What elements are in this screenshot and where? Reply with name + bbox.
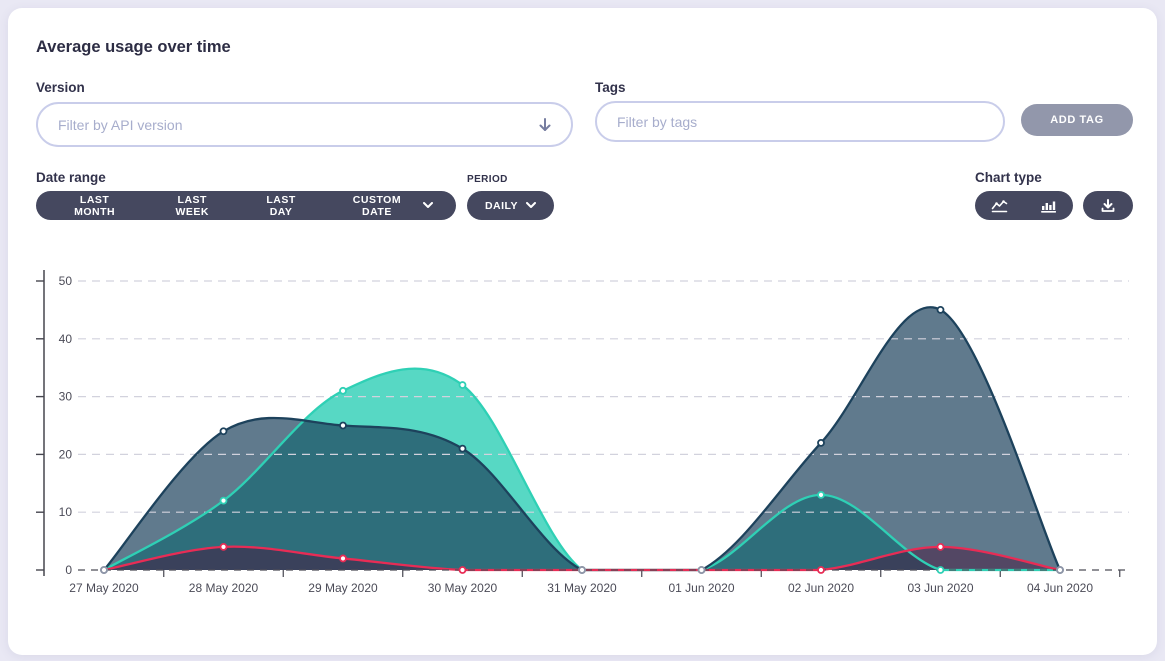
data-point-marker bbox=[460, 382, 466, 388]
chevron-down-icon bbox=[423, 202, 433, 209]
add-tag-button[interactable]: ADD TAG bbox=[1021, 104, 1133, 136]
custom-date-label: CUSTOM DATE bbox=[338, 194, 416, 218]
y-axis-label: 20 bbox=[59, 447, 73, 461]
period-label: PERIOD bbox=[467, 174, 508, 185]
arrow-down-icon[interactable] bbox=[537, 117, 553, 133]
x-axis-label: 03 Jun 2020 bbox=[907, 581, 973, 595]
data-point-marker bbox=[938, 567, 944, 573]
custom-date-button[interactable]: CUSTOM DATE bbox=[323, 191, 448, 220]
tags-filter-input[interactable] bbox=[615, 113, 985, 131]
data-point-marker bbox=[579, 567, 585, 573]
date-range-group: LAST MONTH LAST WEEK LAST DAY CUSTOM DAT… bbox=[36, 191, 456, 220]
data-point-marker bbox=[938, 307, 944, 313]
x-axis-label: 30 May 2020 bbox=[428, 581, 498, 595]
x-axis-label: 28 May 2020 bbox=[189, 581, 259, 595]
last-day-button[interactable]: LAST DAY bbox=[239, 191, 323, 220]
chevron-down-icon bbox=[526, 202, 536, 209]
download-chart-button[interactable] bbox=[1083, 191, 1133, 220]
y-axis-label: 50 bbox=[59, 274, 73, 288]
data-point-marker bbox=[221, 544, 227, 550]
last-month-label: LAST MONTH bbox=[59, 194, 130, 218]
data-point-marker bbox=[938, 544, 944, 550]
bar-chart-type-button[interactable] bbox=[1024, 191, 1073, 220]
chart-type-label: Chart type bbox=[975, 170, 1042, 185]
last-month-button[interactable]: LAST MONTH bbox=[44, 191, 145, 220]
x-axis-label: 29 May 2020 bbox=[308, 581, 378, 595]
data-point-marker bbox=[818, 440, 824, 446]
y-axis-label: 40 bbox=[59, 332, 73, 346]
x-axis-label: 27 May 2020 bbox=[69, 581, 139, 595]
data-point-marker bbox=[818, 567, 824, 573]
data-point-marker bbox=[699, 567, 705, 573]
data-point-marker bbox=[818, 492, 824, 498]
data-point-marker bbox=[460, 446, 466, 452]
period-select[interactable]: DAILY bbox=[467, 191, 554, 220]
last-week-button[interactable]: LAST WEEK bbox=[145, 191, 239, 220]
data-point-marker bbox=[1057, 567, 1063, 573]
data-point-marker bbox=[101, 567, 107, 573]
version-label: Version bbox=[36, 80, 85, 95]
version-filter-input[interactable] bbox=[56, 116, 537, 134]
x-axis-label: 02 Jun 2020 bbox=[788, 581, 854, 595]
chart-type-group bbox=[975, 191, 1073, 220]
line-chart-icon bbox=[991, 199, 1008, 213]
last-day-label: LAST DAY bbox=[254, 194, 308, 218]
date-range-label: Date range bbox=[36, 170, 106, 185]
period-value: DAILY bbox=[485, 200, 518, 212]
series-dark-area bbox=[104, 307, 1060, 570]
y-axis-label: 0 bbox=[65, 563, 72, 577]
x-axis-label: 31 May 2020 bbox=[547, 581, 617, 595]
download-icon bbox=[1101, 199, 1115, 213]
data-point-marker bbox=[340, 423, 346, 429]
line-chart-type-button[interactable] bbox=[975, 191, 1024, 220]
usage-area-chart[interactable]: 0 10 20 30 40 50 27 May 2020 28 May 2020 29 May … bbox=[8, 258, 1157, 608]
usage-card: Average usage over time Version Tags ADD… bbox=[8, 8, 1157, 655]
tags-label: Tags bbox=[595, 80, 626, 95]
x-axis-label: 01 Jun 2020 bbox=[668, 581, 734, 595]
data-point-marker bbox=[221, 498, 227, 504]
y-axis-label: 30 bbox=[59, 390, 73, 404]
data-point-marker bbox=[340, 388, 346, 394]
bar-chart-icon bbox=[1041, 199, 1056, 213]
data-point-marker bbox=[221, 428, 227, 434]
data-point-marker bbox=[340, 555, 346, 561]
data-point-marker bbox=[460, 567, 466, 573]
version-filter-field bbox=[36, 102, 573, 147]
last-week-label: LAST WEEK bbox=[160, 194, 224, 218]
y-axis-label: 10 bbox=[59, 505, 73, 519]
page-title: Average usage over time bbox=[36, 38, 231, 57]
x-axis-label: 04 Jun 2020 bbox=[1027, 581, 1093, 595]
tags-filter-field bbox=[595, 101, 1005, 142]
